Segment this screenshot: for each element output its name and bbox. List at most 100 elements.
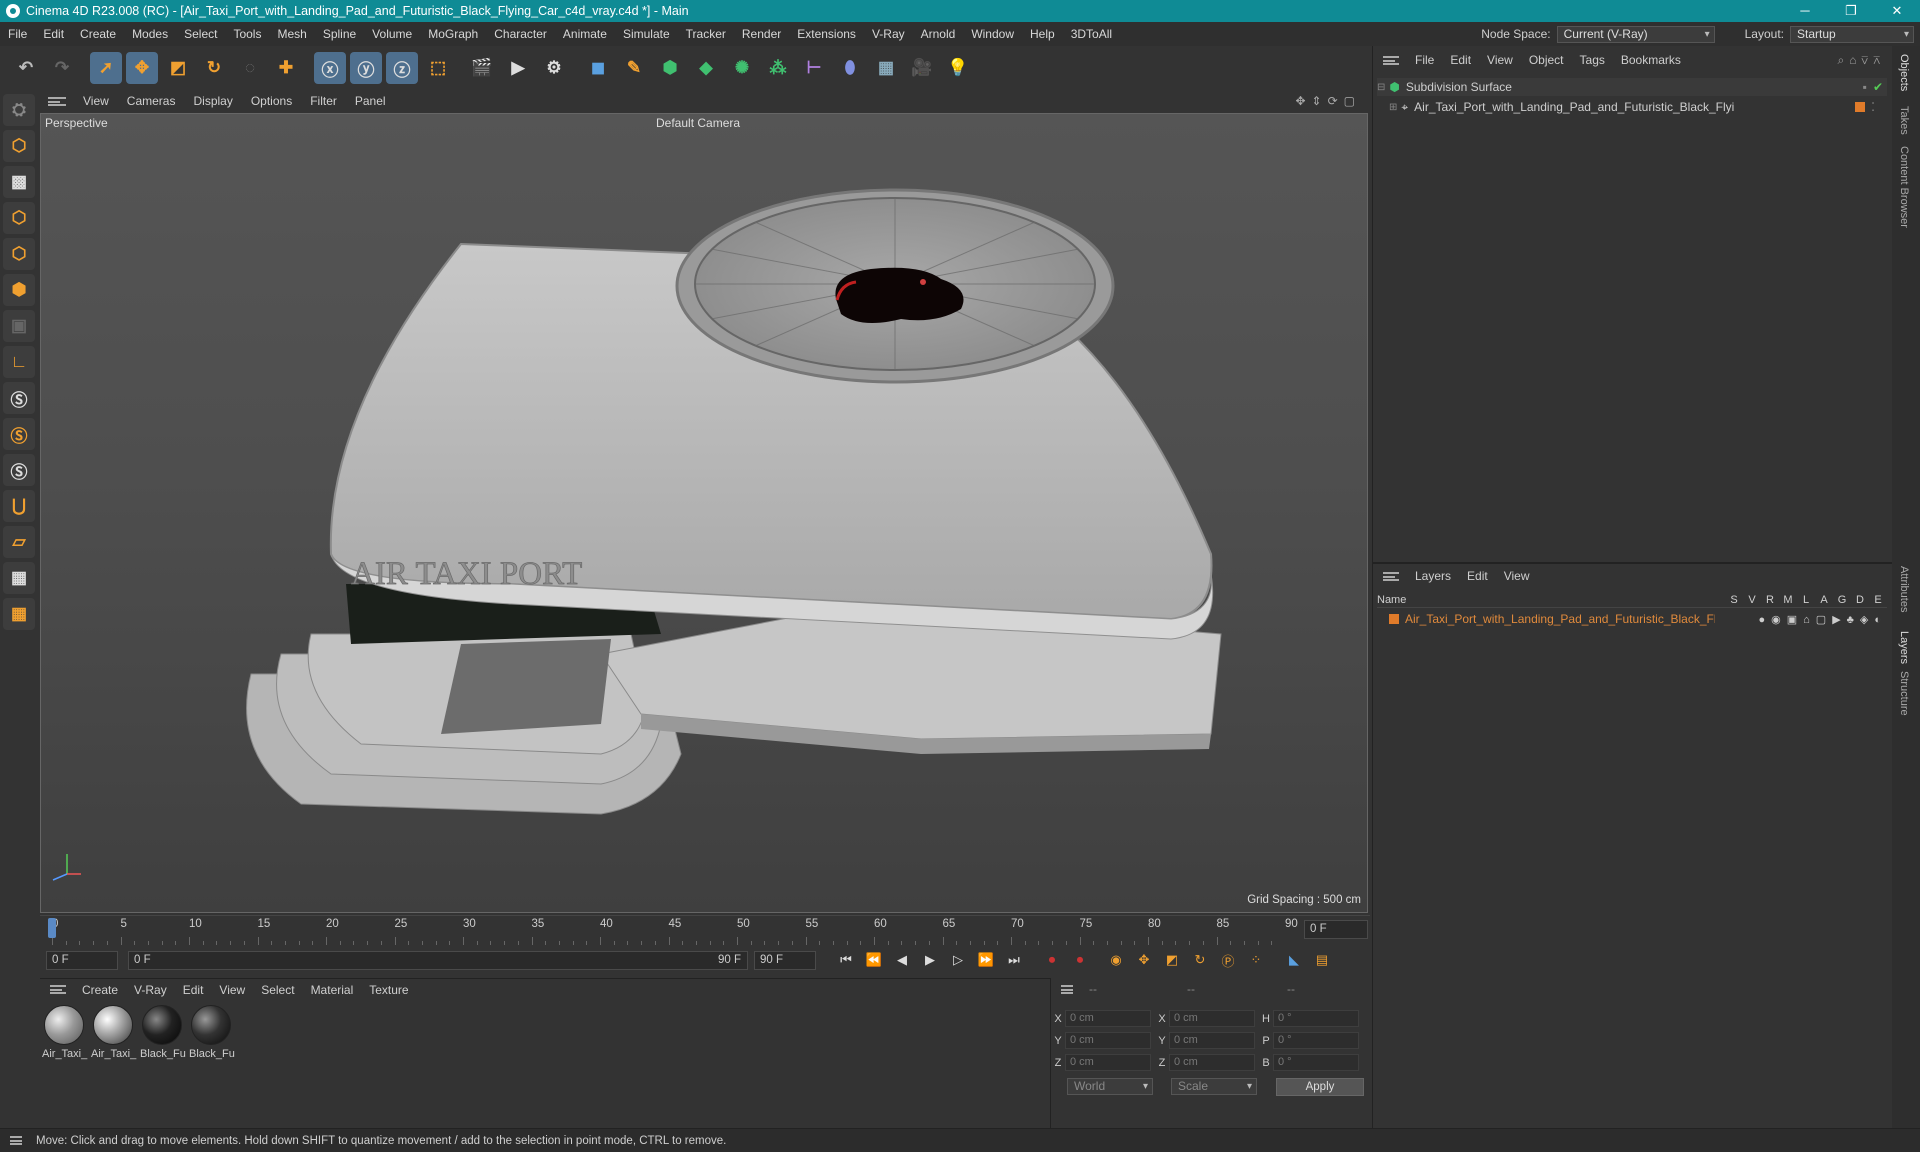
material-menu-edit[interactable]: Edit — [175, 983, 212, 997]
go-to-start-icon[interactable]: ⏮ — [834, 948, 858, 972]
light-icon[interactable]: 💡 — [942, 52, 974, 84]
playhead[interactable] — [48, 918, 56, 938]
rotation-b-field[interactable]: 0 ° — [1273, 1054, 1359, 1071]
apply-button[interactable]: Apply — [1276, 1078, 1364, 1096]
menu-simulate[interactable]: Simulate — [615, 27, 678, 41]
close-icon[interactable]: ✕ — [1874, 0, 1920, 22]
object-menu-tags[interactable]: Tags — [1572, 53, 1613, 67]
menu-arnold[interactable]: Arnold — [913, 27, 964, 41]
menu-help[interactable]: Help — [1022, 27, 1063, 41]
tab-objects[interactable]: Objects — [1898, 54, 1910, 91]
material-item[interactable]: Black_Fu — [189, 1005, 235, 1060]
menu-file[interactable]: File — [0, 27, 35, 41]
object-row[interactable]: ⊞ ⌖ Air_Taxi_Port_with_Landing_Pad_and_F… — [1389, 98, 1887, 116]
menu-edit[interactable]: Edit — [35, 27, 72, 41]
subdivision-icon[interactable]: ⬢ — [654, 52, 686, 84]
viewport-menu-icon[interactable] — [48, 96, 66, 106]
layer-toggle-icons[interactable]: ●◉▣⌂▢▶♣◈◐ — [1759, 613, 1887, 626]
layer-menu-view[interactable]: View — [1496, 569, 1538, 583]
motion-system-icon[interactable]: ◣ — [1282, 948, 1306, 972]
previous-key-icon[interactable]: ⏪ — [862, 948, 886, 972]
viewport-nav-icons[interactable]: ✥⇕⟳▢ — [1286, 94, 1370, 108]
position-x-field[interactable]: 0 cm — [1065, 1010, 1151, 1027]
object-menu-view[interactable]: View — [1479, 53, 1521, 67]
record-icon[interactable]: ⏺ — [1040, 948, 1064, 972]
3d-viewport[interactable]: Perspective Default Camera AIR TAXI PORT… — [40, 113, 1368, 913]
coordinate-space-dropdown[interactable]: World — [1067, 1078, 1153, 1095]
select-tool-icon[interactable]: ➚ — [90, 52, 122, 84]
timeline-ruler[interactable]: 0 F 051015202530354045505560657075808590 — [40, 915, 1370, 945]
rotate-tool-icon[interactable]: ↻ — [198, 52, 230, 84]
mograph-icon[interactable]: ⁂ — [762, 52, 794, 84]
snap-settings-icon[interactable]: Ⓢ — [3, 418, 35, 450]
timeline-frame-field[interactable]: 0 F — [1304, 920, 1368, 939]
menu-mograph[interactable]: MoGraph — [420, 27, 486, 41]
layout-dropdown[interactable]: Startup — [1790, 25, 1914, 43]
uv-mode-icon[interactable]: ▣ — [3, 310, 35, 342]
viewport-menu-filter[interactable]: Filter — [301, 94, 346, 108]
axis-mode-icon[interactable]: ∟ — [3, 346, 35, 378]
recent-tool-icon[interactable]: ◌ — [234, 52, 266, 84]
end-frame-field[interactable]: 90 F — [754, 950, 816, 970]
material-item[interactable]: Air_Taxi_ — [91, 1005, 136, 1060]
menu-vray[interactable]: V-Ray — [864, 27, 913, 41]
key-rotation-icon[interactable]: ↻ — [1188, 948, 1212, 972]
viewport-menu-panel[interactable]: Panel — [346, 94, 395, 108]
texture-mode-icon[interactable]: ▩ — [3, 166, 35, 198]
material-menu-icon[interactable] — [50, 985, 66, 994]
extrude-icon[interactable]: ◆ — [690, 52, 722, 84]
x-axis-icon[interactable]: ⓧ — [314, 52, 346, 84]
menu-character[interactable]: Character — [486, 27, 555, 41]
tab-structure[interactable]: Structure — [1898, 671, 1910, 716]
expand-icon[interactable]: ⊟ — [1377, 82, 1385, 93]
layer-name[interactable]: Air_Taxi_Port_with_Landing_Pad_and_Futur… — [1405, 612, 1715, 626]
magnet-icon[interactable]: ⋃ — [3, 490, 35, 522]
render-view-icon[interactable]: 🎬 — [466, 52, 498, 84]
position-y-field[interactable]: 0 cm — [1065, 1032, 1151, 1049]
tab-takes[interactable]: Takes — [1898, 106, 1910, 135]
coordinate-system-icon[interactable]: ⬚ — [422, 52, 454, 84]
status-menu-icon[interactable] — [10, 1136, 22, 1145]
restore-icon[interactable]: ❐ — [1828, 0, 1874, 22]
menu-create[interactable]: Create — [72, 27, 124, 41]
object-menu-bookmarks[interactable]: Bookmarks — [1613, 53, 1689, 67]
viewport-menu-display[interactable]: Display — [184, 94, 241, 108]
floor-icon[interactable]: ▦ — [870, 52, 902, 84]
deformer-icon[interactable]: ⊢ — [798, 52, 830, 84]
render-picture-viewer-icon[interactable]: ▶ — [502, 52, 534, 84]
expand-icon[interactable]: ⊞ — [1389, 102, 1397, 113]
edge-mode-icon[interactable]: ⬡ — [3, 238, 35, 270]
field-icon[interactable]: ⬮ — [834, 52, 866, 84]
go-to-end-icon[interactable]: ⏭ — [1002, 948, 1026, 972]
material-item[interactable]: Air_Taxi_ — [42, 1005, 87, 1060]
pen-spline-icon[interactable]: ✎ — [618, 52, 650, 84]
material-menu-material[interactable]: Material — [303, 983, 362, 997]
key-parameter-icon[interactable]: Ⓟ — [1216, 948, 1240, 972]
minimize-icon[interactable]: ─ — [1782, 0, 1828, 22]
grid-icon[interactable]: ▦ — [3, 562, 35, 594]
current-frame-slider[interactable]: 0 F 90 F — [128, 950, 748, 970]
y-axis-icon[interactable]: ⓨ — [350, 52, 382, 84]
material-menu-select[interactable]: Select — [253, 983, 302, 997]
tab-content-browser[interactable]: Content Browser — [1898, 146, 1910, 228]
layer-row[interactable]: Air_Taxi_Port_with_Landing_Pad_and_Futur… — [1383, 610, 1887, 628]
key-pla-icon[interactable]: ⁘ — [1244, 948, 1268, 972]
model-mode-icon[interactable]: ⬡ — [3, 130, 35, 162]
previous-frame-icon[interactable]: ◀ — [890, 948, 914, 972]
menu-render[interactable]: Render — [734, 27, 789, 41]
rotation-p-field[interactable]: 0 ° — [1273, 1032, 1359, 1049]
enabled-check-icon[interactable]: ✔ — [1873, 80, 1883, 94]
object-menu-icon[interactable] — [1383, 55, 1399, 65]
object-menu-edit[interactable]: Edit — [1442, 53, 1479, 67]
coordinates-menu-icon[interactable] — [1061, 984, 1073, 994]
rotation-h-field[interactable]: 0 ° — [1273, 1010, 1359, 1027]
size-z-field[interactable]: 0 cm — [1169, 1054, 1255, 1071]
keyframe-selection-icon[interactable]: ◉ — [1104, 948, 1128, 972]
menu-window[interactable]: Window — [963, 27, 1022, 41]
viewport-menu-cameras[interactable]: Cameras — [118, 94, 185, 108]
layer-color-swatch[interactable] — [1855, 102, 1866, 112]
object-search-icons[interactable]: ⌕⌂⊽⊼ — [1829, 53, 1893, 68]
viewport-menu-options[interactable]: Options — [242, 94, 301, 108]
make-editable-icon[interactable]: ⛭ — [3, 94, 35, 126]
viewport-menu-view[interactable]: View — [74, 94, 118, 108]
